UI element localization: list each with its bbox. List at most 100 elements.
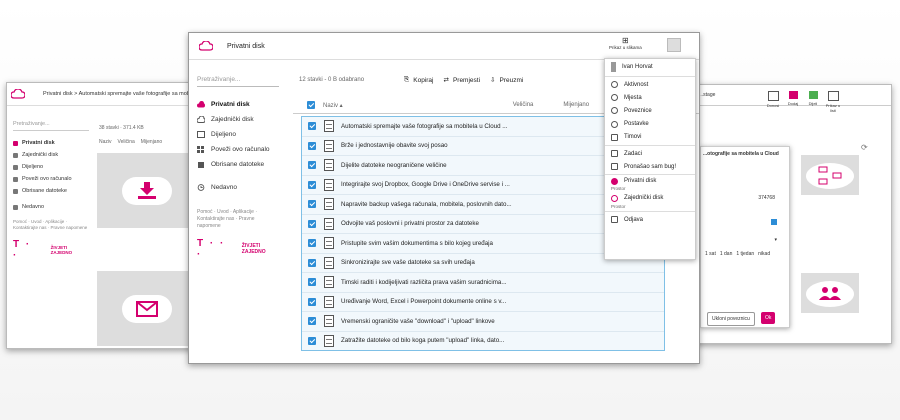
menu-space-private[interactable]: Privatni disk: [605, 176, 695, 186]
brand: T · · ŽIVJETI ZAJEDNO: [7, 237, 95, 263]
download-button[interactable]: ⇩ Preuzmi: [490, 76, 523, 85]
avatar: [611, 62, 616, 72]
row-checkbox[interactable]: [308, 161, 316, 170]
team-icon: [806, 281, 854, 307]
list-view-button[interactable]: Prikaz u listi: [825, 91, 841, 113]
sidebar-item-shared[interactable]: Dijeljeno: [189, 127, 287, 142]
time-option[interactable]: 1 dan: [720, 251, 733, 257]
row-checkbox[interactable]: [308, 200, 316, 209]
checkbox[interactable]: [771, 219, 777, 225]
sidebar-item-connect-computer[interactable]: Poveži ovo računalo: [7, 173, 95, 185]
menu-item-teams[interactable]: Timovi: [605, 131, 695, 144]
chevron-down-icon[interactable]: ▾: [774, 237, 777, 243]
footer-links[interactable]: Pomoć · Uvod · Aplikacije · Kontaktirajt…: [189, 205, 287, 234]
menu-user[interactable]: Ivan Horvat: [605, 59, 695, 75]
cloud-icon: [199, 41, 213, 51]
share-icon: [197, 131, 205, 138]
row-checkbox[interactable]: [308, 278, 316, 287]
column-name[interactable]: Naziv: [99, 139, 112, 145]
trash-icon: [198, 162, 204, 168]
sidebar-item-connect-computer[interactable]: Poveži ovo računalo: [189, 142, 287, 157]
add-button[interactable]: Dodaj: [785, 91, 801, 113]
footer-links[interactable]: Pomoć · Uvod · Aplikacije · Kontaktirajt…: [7, 213, 95, 237]
mail-icon: [122, 294, 172, 323]
menu-item-tasks[interactable]: Zadaci: [605, 147, 695, 160]
logout-icon: [611, 216, 618, 224]
copy-icon: ⎘: [404, 76, 410, 83]
row-checkbox[interactable]: [308, 141, 316, 150]
search-input[interactable]: Pretraživanje...: [13, 121, 89, 131]
slogan: ŽIVJETI ZAJEDNO: [241, 243, 266, 255]
sidebar-item-private-disk[interactable]: Privatni disk: [189, 97, 287, 112]
column-modified[interactable]: Mijenjano: [141, 139, 162, 145]
copy-button[interactable]: ⎘ Kopiraj: [404, 76, 433, 84]
sidebar-item-recent[interactable]: Nedavno: [189, 180, 287, 195]
file-tile[interactable]: [97, 153, 197, 228]
list-icon: [827, 91, 839, 101]
logout-button[interactable]: Odjava: [605, 213, 695, 226]
cloud-icon: [13, 140, 18, 146]
selection-info: 12 stavki - 0 B odabrano: [299, 77, 365, 83]
row-checkbox[interactable]: [308, 297, 316, 306]
sidebar-item-deleted[interactable]: Obrisane datoteke: [7, 185, 95, 197]
menu-item-links[interactable]: Poveznice: [605, 104, 695, 117]
file-tile[interactable]: [97, 271, 197, 346]
sidebar-item-recent[interactable]: Nedavno: [7, 201, 95, 213]
list-item[interactable]: Zatražite datoteke od bilo koga putem "u…: [302, 332, 664, 351]
breadcrumb[interactable]: Privatni disk > Automatski spremajte vaš…: [43, 91, 205, 97]
column-modified[interactable]: Mijenjano: [563, 102, 589, 108]
clock-icon: [13, 204, 18, 210]
file-tile[interactable]: [801, 155, 859, 195]
share-button[interactable]: Dijeli: [805, 91, 821, 113]
tasks-icon: [611, 150, 618, 158]
column-size[interactable]: Veličina: [118, 139, 135, 145]
document-icon: [324, 334, 334, 347]
grid-icon: [197, 146, 204, 153]
document-icon: [324, 217, 334, 230]
share-icon: [808, 91, 818, 99]
sidebar-item-shared-disk[interactable]: Zajednički disk: [7, 149, 95, 161]
time-option[interactable]: 1 tjedan: [736, 251, 754, 257]
donosi-button[interactable]: Donosi: [765, 91, 781, 113]
row-checkbox[interactable]: [308, 122, 316, 131]
download-icon: ⇩: [490, 77, 496, 84]
file-tile[interactable]: [801, 273, 859, 313]
clock-icon: [197, 184, 205, 191]
row-checkbox[interactable]: [308, 239, 316, 248]
move-button[interactable]: ⇄ Premjesti: [443, 76, 480, 85]
select-all-checkbox[interactable]: [307, 101, 315, 109]
row-checkbox[interactable]: [308, 219, 316, 228]
column-size[interactable]: Veličina: [513, 102, 534, 108]
ok-button[interactable]: Ok: [761, 312, 776, 324]
move-icon: ⇄: [443, 77, 449, 84]
list-item[interactable]: Vremenski ograničite vaše "download" i "…: [302, 312, 664, 332]
row-checkbox[interactable]: [308, 180, 316, 189]
search-input[interactable]: Pretraživanje...: [197, 73, 279, 87]
link-icon: [611, 107, 618, 115]
cloud-icon: [11, 89, 25, 99]
list-item[interactable]: Timski raditi i kodijeljivati različita …: [302, 273, 664, 293]
sidebar-item-shared[interactable]: Dijeljeno: [7, 161, 95, 173]
row-checkbox[interactable]: [308, 317, 316, 326]
row-checkbox[interactable]: [308, 336, 316, 345]
sidebar-item-deleted[interactable]: Obrisane datoteke: [189, 157, 287, 172]
column-name[interactable]: Naziv ▴: [323, 102, 343, 109]
time-option[interactable]: nikad: [758, 251, 770, 257]
list-item[interactable]: Uređivanje Word, Excel i Powerpoint doku…: [302, 293, 664, 312]
sidebar-item-private-disk[interactable]: Privatni disk: [7, 137, 95, 149]
menu-item-settings[interactable]: Postavke: [605, 118, 695, 131]
time-option[interactable]: 1 sat: [705, 251, 716, 257]
user-menu-button[interactable]: [667, 38, 681, 52]
menu-item-bug[interactable]: Pronašao sam bug!: [605, 160, 695, 173]
gear-icon: [611, 120, 618, 128]
row-checkbox[interactable]: [308, 258, 316, 267]
menu-item-places[interactable]: Mjesta: [605, 91, 695, 104]
remove-link-button[interactable]: Ukloni poveznicu: [707, 312, 755, 326]
document-icon: [324, 198, 334, 211]
sidebar-item-shared-disk[interactable]: Zajednički disk: [189, 112, 287, 127]
menu-space-shared[interactable]: Zajednički disk: [605, 192, 695, 204]
refresh-icon[interactable]: ⟳: [861, 143, 868, 152]
view-toggle[interactable]: ⊞ Prikaz u slikama: [609, 36, 642, 50]
menu-item-activity[interactable]: Aktivnost: [605, 78, 695, 91]
document-icon: [324, 178, 334, 191]
